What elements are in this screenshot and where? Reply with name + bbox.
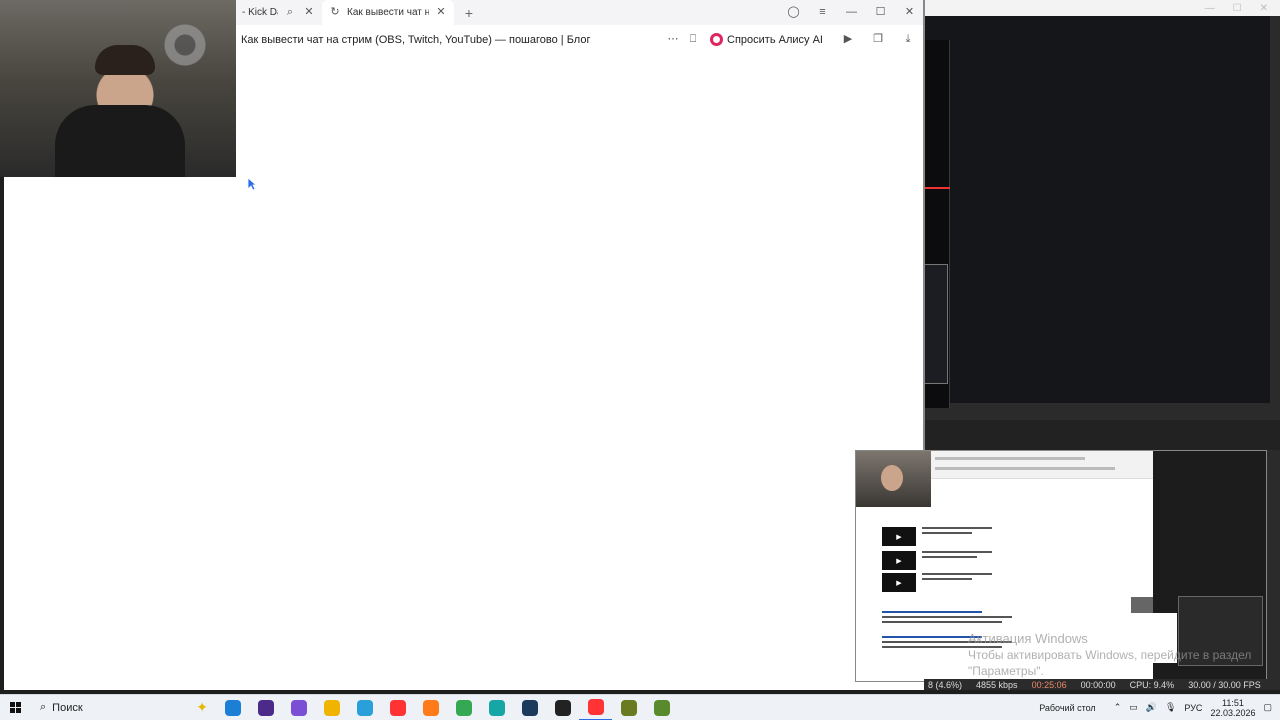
obs-title-bar: — ☐ ✕	[924, 0, 1280, 16]
language-indicator[interactable]: РУС	[1184, 703, 1202, 713]
webcam-overlay	[0, 0, 236, 177]
tab-title: - Kick Dashb	[242, 7, 278, 18]
taskbar-app[interactable]	[447, 695, 480, 720]
taskbar-app[interactable]	[513, 695, 546, 720]
vpn-shield-icon	[488, 699, 505, 716]
taskbar-search[interactable]: ⌕ Поиск ✦	[30, 697, 216, 719]
tray-expand-icon[interactable]: ⌃	[1114, 702, 1122, 713]
cpu-usage: CPU: 9.4%	[1129, 679, 1175, 690]
download-icon[interactable]: ⤓	[901, 33, 915, 47]
taskbar-app[interactable]	[282, 695, 315, 720]
loading-spinner-icon: ↻	[330, 6, 340, 18]
mini-browser-toolbar	[931, 451, 1153, 479]
minimize-icon[interactable]: —	[1205, 3, 1215, 14]
tab-close-icon[interactable]: ✕	[434, 6, 448, 20]
bookmark-icon[interactable]: ⎕	[686, 33, 700, 47]
telegram-icon	[356, 699, 373, 716]
clock[interactable]: 11:51 22.03.2026	[1210, 698, 1255, 718]
more-icon[interactable]: ⋯	[666, 33, 680, 47]
bitrate: 4855 kbps	[976, 679, 1018, 690]
close-icon[interactable]: ✕	[895, 0, 924, 25]
tab-active[interactable]: ↻ Как вывести чат на стр ✕	[322, 0, 454, 25]
profile-icon[interactable]: ◯	[779, 0, 808, 25]
search-placeholder: Поиск	[52, 701, 83, 714]
steam-icon	[521, 699, 538, 716]
maximize-icon[interactable]: ☐	[866, 0, 895, 25]
chrome-icon	[455, 699, 472, 716]
taskbar: ⌕ Поиск ✦ Рабочий стол ⌃ ▭ 🔊 🎙 РУС 11:51…	[0, 694, 1280, 720]
ask-alice-button[interactable]: Спросить Алису AI	[710, 33, 823, 46]
menu-icon[interactable]: ≡	[808, 0, 837, 25]
window-controls: ◯ ≡ — ☐ ✕	[779, 0, 924, 25]
yandex-active-icon	[587, 698, 604, 715]
clock-date: 22.03.2026	[1210, 707, 1256, 718]
fps: 30.00 / 30.00 FPS	[1188, 679, 1261, 690]
close-icon[interactable]: ✕	[1260, 3, 1268, 14]
search-icon: ⌕	[40, 701, 47, 713]
taskbar-app[interactable]	[381, 695, 414, 720]
yandex-browser-icon	[389, 699, 406, 716]
new-tab-icon[interactable]: +	[462, 6, 476, 20]
lock-app-icon	[620, 699, 637, 716]
notifications-icon[interactable]: ▢	[1263, 702, 1272, 713]
obs-icon	[554, 699, 571, 716]
windows-logo-icon	[9, 702, 21, 713]
watermark-text: Чтобы активировать Windows, перейдите в …	[968, 648, 1252, 678]
firefox-icon	[422, 699, 439, 716]
file-explorer-icon	[323, 699, 340, 716]
taskbar-app[interactable]	[216, 695, 249, 720]
desktop-toolbar-label[interactable]: Рабочий стол	[1039, 703, 1096, 713]
dropped-frames: 8 (4.6%)	[928, 679, 963, 690]
taskbar-app[interactable]	[249, 695, 282, 720]
taskbar-apps	[216, 695, 678, 720]
windows-activation-watermark: Активация Windows Чтобы активировать Win…	[968, 631, 1280, 679]
taskbar-app[interactable]	[414, 695, 447, 720]
window-edge	[923, 0, 925, 450]
network-icon[interactable]: ▭	[1129, 702, 1138, 713]
edge-icon	[224, 699, 241, 716]
minecraft-icon	[653, 699, 670, 716]
clock-time: 11:51	[1222, 697, 1244, 708]
taskbar-app[interactable]	[546, 695, 579, 720]
system-tray: Рабочий стол ⌃ ▭ 🔊 🎙 РУС 11:51 22.03.202…	[1039, 698, 1280, 718]
mini-webcam-nested	[1131, 597, 1153, 613]
watermark-title: Активация Windows	[968, 631, 1088, 646]
tab-close-icon[interactable]: ✕	[302, 6, 316, 20]
tab-bar: - Kick Dashb ⌕ ✕ ↻ Как вывести чат на ст…	[236, 0, 924, 25]
page-title: Как вывести чат на стрим (OBS, Twitch, Y…	[241, 33, 591, 46]
stream-time: 00:25:06	[1031, 679, 1067, 690]
tab-title: Как вывести чат на стр	[347, 7, 429, 18]
discord-like-icon	[290, 699, 307, 716]
volume-icon[interactable]: 🔊	[1146, 702, 1157, 713]
obs-preview	[924, 16, 1270, 408]
taskbar-app[interactable]	[315, 695, 348, 720]
start-button[interactable]	[0, 695, 30, 720]
blank-area	[4, 177, 236, 690]
mouse-cursor-icon	[247, 177, 257, 191]
page-content	[236, 54, 924, 690]
microphone-icon[interactable]: 🎙	[1165, 702, 1176, 713]
taskbar-app[interactable]	[480, 695, 513, 720]
mini-webcam	[856, 451, 931, 507]
tab-kick-dashboard[interactable]: - Kick Dashb ⌕ ✕	[236, 0, 322, 25]
play-icon[interactable]: ▶	[841, 33, 855, 47]
address-bar[interactable]: Как вывести чат на стрим (OBS, Twitch, Y…	[236, 25, 924, 54]
copilot-sparkle-icon[interactable]: ✦	[196, 699, 208, 716]
tab-search-icon: ⌕	[286, 6, 294, 18]
taskbar-app[interactable]	[579, 695, 612, 720]
media-player-icon	[257, 699, 274, 716]
minimize-icon[interactable]: —	[837, 0, 866, 25]
rec-time: 00:00:00	[1080, 679, 1116, 690]
alice-icon	[710, 33, 724, 46]
ask-alice-label: Спросить Алису AI	[727, 33, 823, 46]
taskbar-app[interactable]	[645, 695, 678, 720]
reader-icon[interactable]: ❐	[871, 33, 885, 47]
taskbar-app[interactable]	[612, 695, 645, 720]
obs-docks	[924, 420, 1280, 450]
taskbar-app[interactable]	[348, 695, 381, 720]
maximize-icon[interactable]: ☐	[1233, 3, 1242, 14]
browser-window: - Kick Dashb ⌕ ✕ ↻ Как вывести чат на ст…	[236, 0, 924, 54]
obs-status-bar: 8 (4.6%) 4855 kbps 00:25:06 00:00:00 CPU…	[924, 679, 1280, 690]
